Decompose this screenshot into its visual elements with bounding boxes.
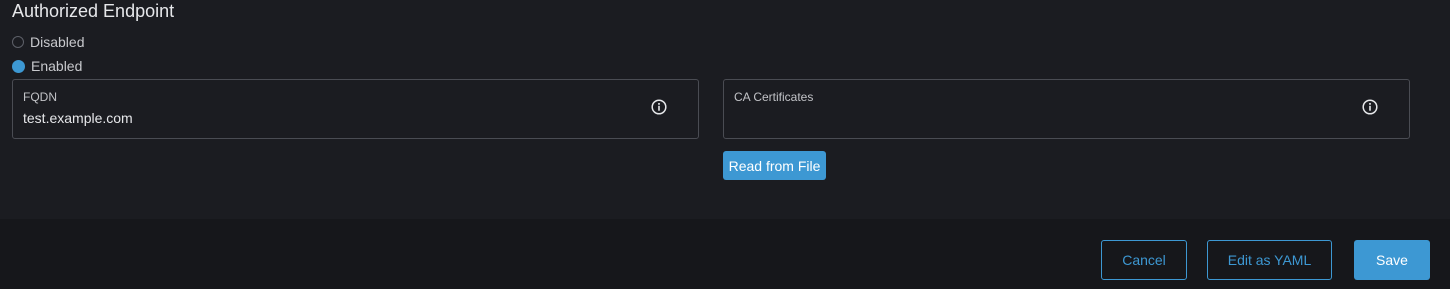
radio-button-icon[interactable] [12,36,24,48]
authorized-endpoint-section: Authorized Endpoint Disabled Enabled FQD… [0,0,1450,219]
info-icon[interactable] [651,99,667,115]
radio-disabled[interactable]: Disabled [12,34,84,50]
radio-button-checked-icon[interactable] [12,59,25,73]
ca-certificates-label: CA Certificates [734,90,814,104]
ca-certificates-field[interactable]: CA Certificates [723,79,1410,139]
read-from-file-button[interactable]: Read from File [723,151,826,180]
edit-as-yaml-button[interactable]: Edit as YAML [1207,240,1332,280]
cancel-button[interactable]: Cancel [1101,240,1187,280]
radio-disabled-label: Disabled [30,34,85,50]
radio-enabled-label: Enabled [31,58,83,74]
fqdn-label: FQDN [23,90,57,104]
save-button[interactable]: Save [1354,240,1430,280]
radio-enabled[interactable]: Enabled [12,58,82,74]
fqdn-field[interactable]: FQDN test.example.com [12,79,699,139]
fqdn-input[interactable]: test.example.com [23,110,133,126]
section-title: Authorized Endpoint [12,1,175,21]
info-icon[interactable] [1362,99,1378,115]
